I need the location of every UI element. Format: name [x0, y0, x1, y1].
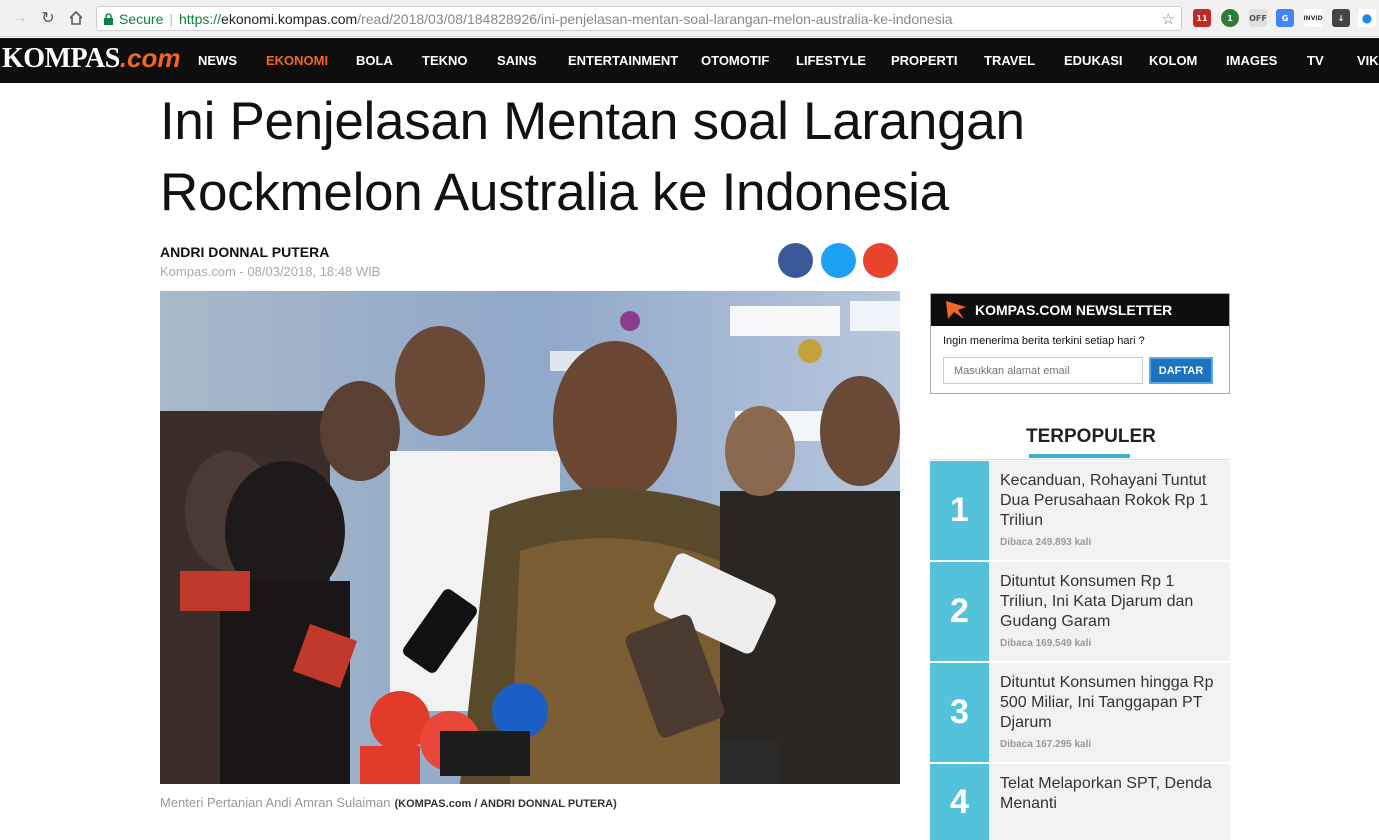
menu-news[interactable]: NEWS	[198, 38, 237, 83]
kompas-logo[interactable]: KOMPAS.com	[2, 43, 181, 75]
menu-tv[interactable]: TV	[1307, 38, 1324, 83]
reload-icon[interactable]: ↻	[38, 8, 58, 28]
extension-green-icon[interactable]: 1	[1221, 9, 1239, 27]
popular-heading: TERPOPULER	[1026, 426, 1156, 447]
menu-kolom[interactable]: KOLOM	[1149, 38, 1197, 83]
title-line-1: Ini Penjelasan Mentan soal Larangan	[160, 92, 1025, 151]
article-title: Ini Penjelasan Mentan soal Larangan Rock…	[160, 86, 1080, 228]
menu-properti[interactable]: PROPERTI	[891, 38, 957, 83]
kompas-mark-icon	[946, 301, 966, 319]
site-header: KOMPAS.com NEWS EKONOMI BOLA TEKNO SAINS…	[0, 38, 1379, 83]
menu-sains[interactable]: SAINS	[497, 38, 537, 83]
menu-images[interactable]: IMAGES	[1226, 38, 1277, 83]
extension-eye-icon[interactable]: ●	[1358, 9, 1376, 27]
popular-rank: 4	[930, 764, 989, 840]
popular-read-count: Dibaca 167.295 kali	[1000, 739, 1092, 750]
menu-entertainment[interactable]: ENTERTAINMENT	[568, 38, 678, 83]
popular-read-count: Dibaca 169.549 kali	[1000, 638, 1092, 649]
menu-tekno[interactable]: TEKNO	[422, 38, 468, 83]
article-photo	[160, 291, 900, 784]
menu-lifestyle[interactable]: LIFESTYLE	[796, 38, 866, 83]
extension-badge-icon[interactable]: 11	[1193, 9, 1211, 27]
popular-title[interactable]: Dituntut Konsumen hingga Rp 500 Miliar, …	[1000, 673, 1220, 733]
popular-rank: 3	[930, 663, 989, 762]
url-scheme: https://	[179, 10, 222, 27]
translate-icon[interactable]: G	[1276, 9, 1294, 27]
publish-dateline: Kompas.com - 08/03/2018, 18:48 WIB	[160, 264, 381, 279]
newsletter-header: KOMPAS.COM NEWSLETTER	[931, 294, 1229, 326]
popular-rank: 1	[930, 461, 989, 560]
email-input[interactable]	[943, 357, 1143, 384]
popular-title[interactable]: Dituntut Konsumen Rp 1 Triliun, Ini Kata…	[1000, 572, 1220, 632]
back-arrow-icon[interactable]: →	[10, 8, 30, 28]
address-separator: |	[169, 10, 173, 27]
menu-vik[interactable]: VIK	[1357, 38, 1379, 83]
extension-off-icon[interactable]: OFF	[1249, 9, 1267, 27]
google-share-button[interactable]	[863, 243, 898, 278]
bookmark-star-icon[interactable]: ☆	[1162, 10, 1175, 28]
popular-item-2[interactable]: 2 Dituntut Konsumen Rp 1 Triliun, Ini Ka…	[930, 562, 1230, 661]
twitter-share-button[interactable]	[821, 243, 856, 278]
caption-text: Menteri Pertanian Andi Amran Sulaiman	[160, 795, 391, 810]
url-host: ekonomi.kompas.com	[221, 10, 358, 27]
lock-icon	[104, 12, 113, 25]
address-bar[interactable]: Secure | https://ekonomi.kompas.com/read…	[96, 6, 1182, 31]
menu-otomotif[interactable]: OTOMOTIF	[701, 38, 769, 83]
popular-item-3[interactable]: 3 Dituntut Konsumen hingga Rp 500 Miliar…	[930, 663, 1230, 762]
popular-item-1[interactable]: 1 Kecanduan, Rohayani Tuntut Dua Perusah…	[930, 461, 1230, 560]
secure-label: Secure	[119, 10, 164, 27]
menu-ekonomi[interactable]: EKONOMI	[266, 38, 328, 83]
newsletter-box: KOMPAS.COM NEWSLETTER Ingin menerima ber…	[930, 293, 1230, 394]
logo-suffix: .com	[119, 43, 181, 73]
url-path: /read/2018/03/08/184828926/ini-penjelasa…	[357, 10, 953, 27]
popular-item-4[interactable]: 4 Telat Melaporkan SPT, Denda Menanti	[930, 764, 1230, 840]
photo-caption: Menteri Pertanian Andi Amran Sulaiman (KO…	[160, 795, 617, 810]
menu-travel[interactable]: TRAVEL	[984, 38, 1035, 83]
menu-edukasi[interactable]: EDUKASI	[1064, 38, 1123, 83]
author-name[interactable]: ANDRI DONNAL PUTERA	[160, 244, 329, 260]
popular-read-count: Dibaca 249.893 kali	[1000, 537, 1092, 548]
popular-title[interactable]: Telat Melaporkan SPT, Denda Menanti	[1000, 774, 1220, 814]
popular-title[interactable]: Kecanduan, Rohayani Tuntut Dua Perusahaa…	[1000, 471, 1220, 531]
newsletter-title: KOMPAS.COM NEWSLETTER	[975, 302, 1173, 318]
menu-bola[interactable]: BOLA	[356, 38, 393, 83]
subscribe-button[interactable]: DAFTAR	[1149, 357, 1213, 384]
download-icon[interactable]: ↓	[1332, 9, 1350, 27]
photo-credit: (KOMPAS.com / ANDRI DONNAL PUTERA)	[394, 798, 617, 810]
invid-icon[interactable]: INVID	[1303, 9, 1323, 27]
facebook-share-button[interactable]	[778, 243, 813, 278]
popular-heading-underline	[1029, 454, 1130, 458]
title-line-2: Rockmelon Australia ke Indonesia	[160, 163, 949, 222]
browser-toolbar: → ↻ Secure | https://ekonomi.kompas.com /…	[0, 0, 1379, 37]
logo-main: KOMPAS	[2, 43, 120, 74]
newsletter-question: Ingin menerima berita terkini setiap har…	[943, 335, 1145, 347]
home-icon[interactable]	[66, 8, 86, 28]
popular-divider	[930, 459, 1230, 460]
popular-rank: 2	[930, 562, 989, 661]
